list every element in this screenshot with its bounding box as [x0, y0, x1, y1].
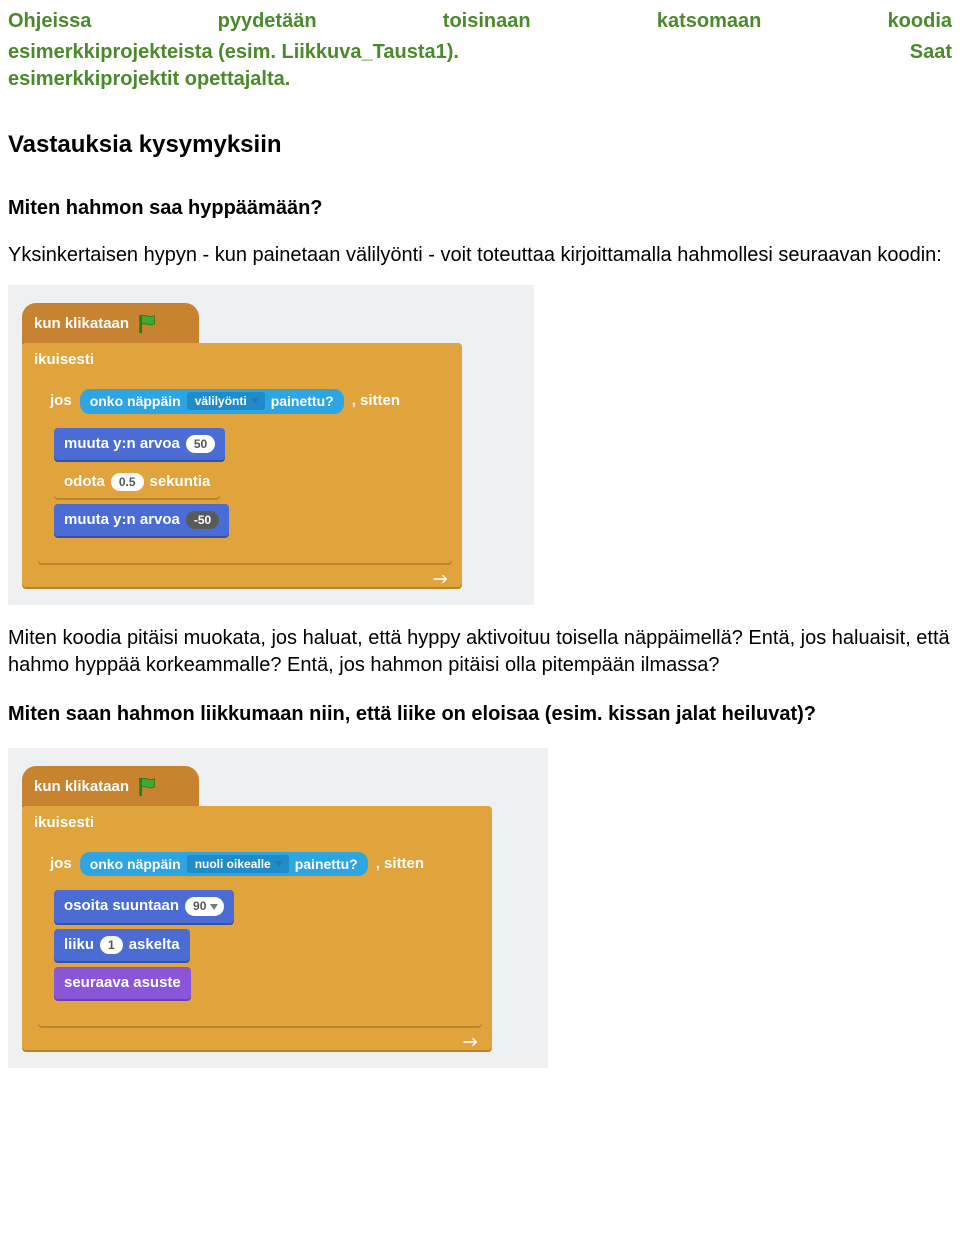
move-steps-block: liiku 1 askelta: [54, 929, 190, 961]
intro-line2: esimerkkiprojekteista (esim. Liikkuva_Ta…: [8, 39, 952, 66]
key-dropdown: välilyönti: [187, 392, 265, 410]
intro-line3: esimerkkiprojektit opettajalta.: [8, 66, 952, 93]
num-input: 0.5: [111, 473, 144, 491]
point-direction-block: osoita suuntaan 90: [54, 890, 234, 922]
loop-arrow-icon: [432, 571, 450, 583]
key-dropdown: nuoli oikealle: [187, 855, 289, 873]
next-costume-block: seuraava asuste: [54, 967, 191, 999]
forever-block: ikuisesti jos onko näppäin välilyönti pa…: [22, 343, 462, 587]
forever-block: ikuisesti jos onko näppäin nuoli oikeall…: [22, 806, 492, 1050]
wait-block: odota 0.5 sekuntia: [54, 466, 220, 498]
key-pressed-sensing: onko näppäin välilyönti painettu?: [80, 389, 344, 414]
paragraph-after-1: Miten koodia pitäisi muokata, jos haluat…: [8, 625, 952, 679]
scratch-code-2: kun klikataan ikuisesti jos onko näppäin…: [8, 748, 548, 1068]
num-input: -50: [186, 511, 219, 529]
hat-block: kun klikataan: [22, 303, 199, 345]
direction-dropdown: 90: [185, 897, 224, 915]
green-flag-icon: [137, 776, 159, 798]
change-y-block-neg: muuta y:n arvoa -50: [54, 504, 229, 536]
green-flag-icon: [137, 313, 159, 335]
question-1: Miten hahmon saa hyppäämään?: [8, 195, 952, 222]
num-input: 50: [186, 435, 215, 453]
num-input: 1: [100, 936, 123, 954]
dropdown-icon: [210, 904, 218, 910]
scratch-code-1: kun klikataan ikuisesti jos onko näppäin…: [8, 285, 534, 605]
dropdown-icon: [275, 861, 283, 867]
loop-arrow-icon: [462, 1034, 480, 1046]
hat-block: kun klikataan: [22, 766, 199, 808]
if-block: jos onko näppäin välilyönti painettu? , …: [38, 382, 452, 564]
key-pressed-sensing: onko näppäin nuoli oikealle painettu?: [80, 852, 368, 877]
question-2: Miten saan hahmon liikkumaan niin, että …: [8, 701, 952, 728]
intro-line1: Ohjeissa pyydetään toisinaan katsomaan k…: [8, 8, 952, 35]
change-y-block: muuta y:n arvoa 50: [54, 428, 225, 460]
paragraph-1: Yksinkertaisen hypyn - kun painetaan väl…: [8, 242, 952, 269]
section-heading: Vastauksia kysymyksiin: [8, 129, 952, 161]
if-block: jos onko näppäin nuoli oikealle painettu…: [38, 845, 482, 1027]
dropdown-icon: [251, 398, 259, 404]
